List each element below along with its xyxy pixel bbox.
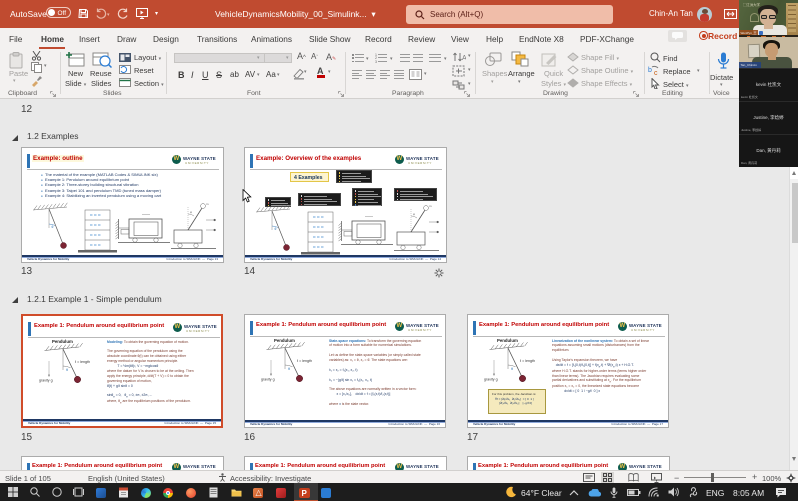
svg-text:θ: θ [288,367,290,371]
svg-text:gravity g: gravity g [484,378,498,382]
svg-text:φ: φ [413,212,415,216]
svg-text:θ: θ [275,227,277,231]
svg-text:ℓ = length: ℓ = length [297,359,312,363]
svg-text:A: A [462,55,466,62]
svg-text:ℓ = length: ℓ = length [75,360,90,364]
svg-text:θ: θ [511,367,513,371]
svg-text:θ: θ [66,368,68,372]
svg-text:ℓ = length: ℓ = length [520,359,535,363]
svg-text:θ: θ [52,225,54,229]
svg-text:φ: φ [190,210,192,214]
svg-text:m: m [429,204,432,208]
svg-text:m: m [206,202,209,206]
svg-text:b: b [648,67,652,74]
svg-text:c: c [654,70,658,76]
svg-text:gravity g: gravity g [261,378,275,382]
svg-text:gravity g: gravity g [39,379,53,383]
